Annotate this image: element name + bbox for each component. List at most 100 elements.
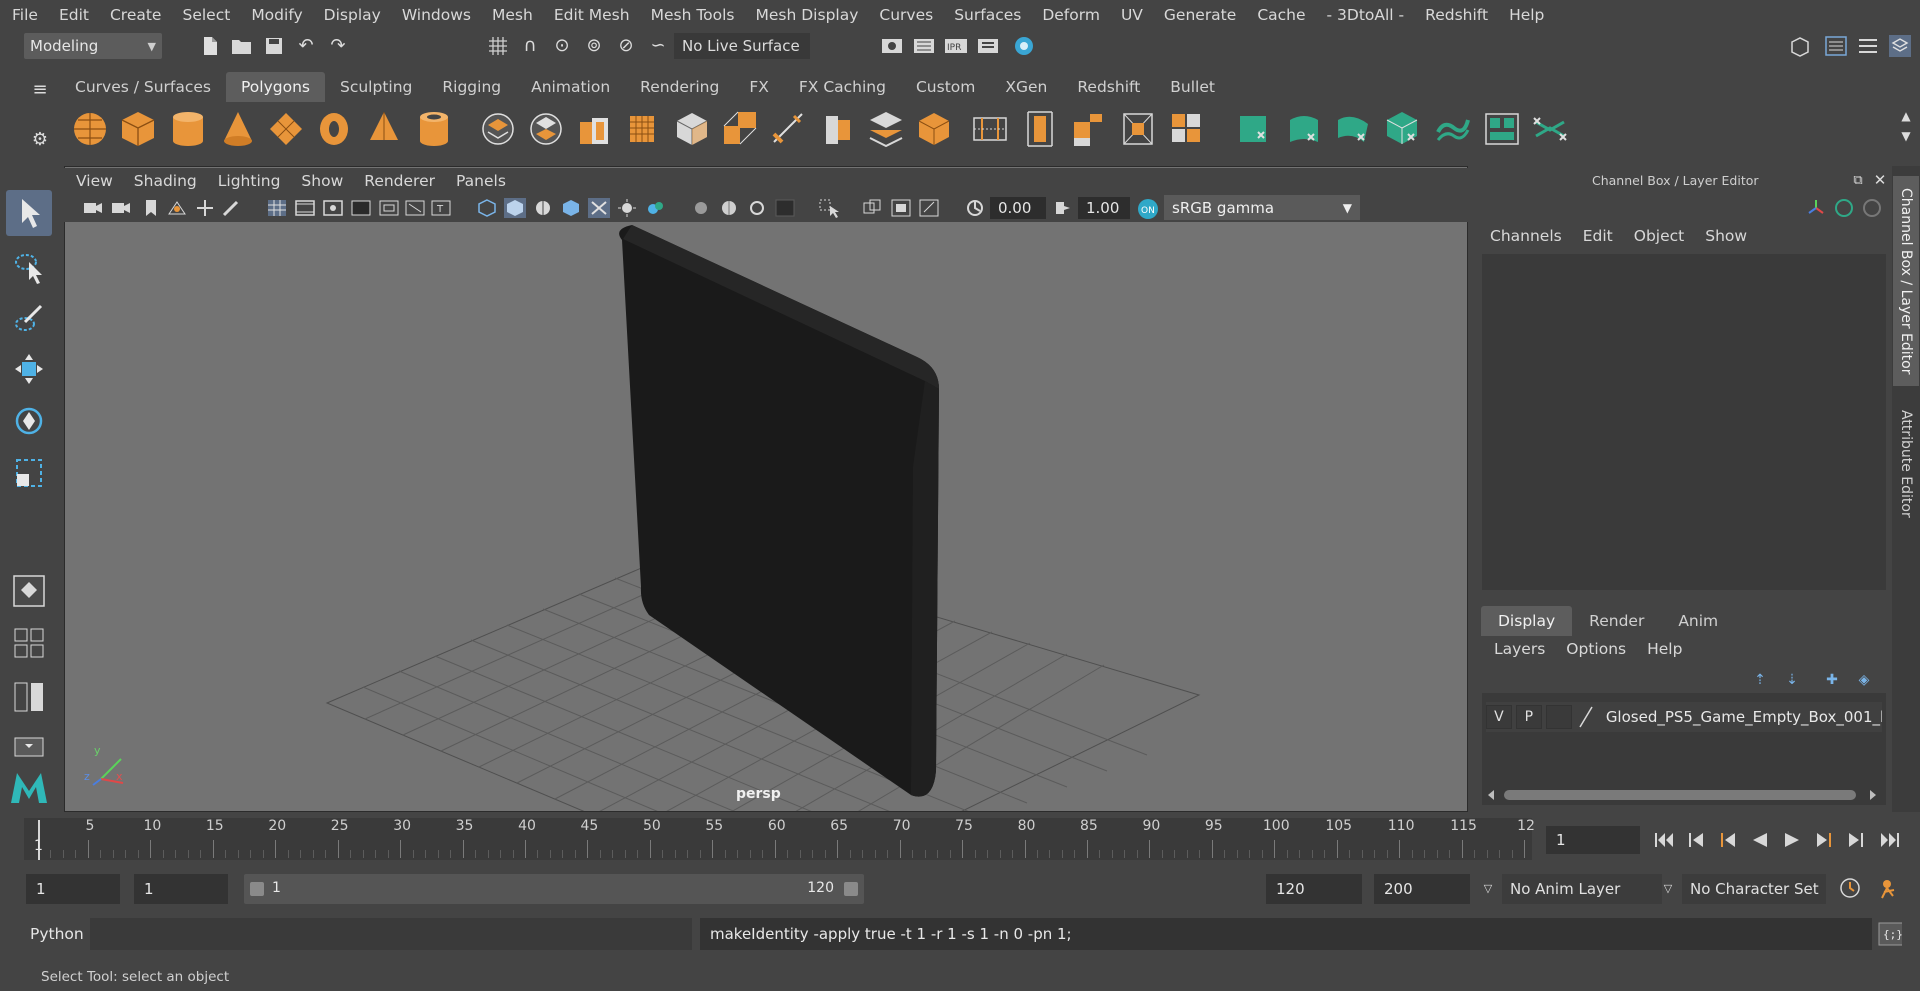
uv-layout-icon[interactable] <box>1482 108 1522 150</box>
uv-snapshot-icon[interactable] <box>1530 108 1570 150</box>
combine-icon[interactable] <box>478 108 518 150</box>
menu-mesh-display[interactable]: Mesh Display <box>756 6 859 24</box>
shelf-tab-polygons[interactable]: Polygons <box>226 72 325 102</box>
character-set-chevron-down-icon[interactable]: ▽ <box>1656 876 1680 900</box>
shelf-tab-bullet[interactable]: Bullet <box>1155 72 1230 102</box>
view-transform-dropdown[interactable]: sRGB gamma ▼ <box>1164 195 1360 220</box>
viewport-menu-lighting[interactable]: Lighting <box>218 172 281 190</box>
smooth-shade-icon[interactable] <box>504 198 526 218</box>
edge-loop-icon[interactable] <box>914 108 954 150</box>
playback-start-field[interactable]: 1 <box>134 874 228 904</box>
shelf-scroll-down-icon[interactable]: ▼ <box>1894 124 1918 148</box>
step-back-frame-icon[interactable] <box>1684 828 1708 852</box>
render-current-frame-icon[interactable] <box>912 34 936 58</box>
snap-to-point-icon[interactable]: ⊙ <box>550 34 574 58</box>
use-all-lights-icon[interactable] <box>588 198 610 218</box>
tool-settings-toggle-icon[interactable] <box>1856 34 1880 58</box>
attribute-editor-toggle-icon[interactable] <box>1824 34 1848 58</box>
exposure-field[interactable]: 0.00 <box>990 197 1046 219</box>
poly-cube-icon[interactable] <box>118 108 158 150</box>
hypershade-icon[interactable] <box>1012 34 1036 58</box>
side-by-side-layout-icon[interactable] <box>6 674 52 720</box>
poly-sphere-icon[interactable] <box>70 108 110 150</box>
snap-to-view-plane-icon[interactable]: ⊚ <box>582 34 606 58</box>
viewport-menu-view[interactable]: View <box>76 172 113 190</box>
menu-uv[interactable]: UV <box>1121 6 1143 24</box>
uv-editor-icon[interactable] <box>1236 108 1276 150</box>
layer-row[interactable]: V P Glosed_PS5_Game_Empty_Box_001_la <box>1486 702 1882 732</box>
poly-cylinder-icon[interactable] <box>168 108 208 150</box>
open-scene-icon[interactable] <box>230 34 254 58</box>
uv-unfold-icon[interactable] <box>1432 108 1472 150</box>
side-tab-channel-box[interactable]: Channel Box / Layer Editor <box>1893 176 1919 386</box>
shelf-settings-gear-icon[interactable]: ⚙ <box>28 128 52 152</box>
reduce-icon[interactable] <box>1068 108 1108 150</box>
shadows-icon[interactable] <box>616 198 638 218</box>
go-to-end-icon[interactable] <box>1878 828 1902 852</box>
poly-cone-icon[interactable] <box>218 108 258 150</box>
rotate-tool-icon[interactable] <box>6 398 52 444</box>
target-weld-icon[interactable] <box>866 108 906 150</box>
command-input-field[interactable] <box>90 918 692 950</box>
make-live-icon[interactable]: ∽ <box>646 34 670 58</box>
ipr-render-icon[interactable]: IPR <box>944 34 968 58</box>
move-layer-down-icon[interactable]: ⇣ <box>1780 668 1804 692</box>
xray-components-icon[interactable] <box>890 198 912 218</box>
multisample-aa-icon[interactable] <box>718 198 740 218</box>
channel-box-toggle-icon[interactable] <box>1888 34 1912 58</box>
step-forward-frame-icon[interactable] <box>1844 828 1868 852</box>
layer-horizontal-scrollbar[interactable] <box>1486 788 1878 802</box>
triangulate-icon[interactable] <box>1166 108 1206 150</box>
shelf-tab-fx-caching[interactable]: FX Caching <box>784 72 901 102</box>
anim-layer-dropdown[interactable]: No Anim Layer <box>1502 874 1662 904</box>
perspective-viewport[interactable] <box>64 166 1468 812</box>
xray-icon[interactable] <box>818 198 840 218</box>
poly-pyramid-icon[interactable] <box>364 108 404 150</box>
shelf-tab-animation[interactable]: Animation <box>516 72 625 102</box>
camera-attributes-icon[interactable] <box>110 198 132 218</box>
layer-tab-render[interactable]: Render <box>1572 606 1661 636</box>
range-slider-start-handle[interactable] <box>250 882 264 896</box>
animation-end-field[interactable]: 200 <box>1374 874 1470 904</box>
menu-edit[interactable]: Edit <box>59 6 89 24</box>
channel-box-attribute-area[interactable] <box>1482 254 1886 590</box>
mirror-icon[interactable] <box>970 108 1010 150</box>
menu-create[interactable]: Create <box>110 6 162 24</box>
poly-pipe-icon[interactable] <box>414 108 454 150</box>
viewport-menu-shading[interactable]: Shading <box>134 172 197 190</box>
layer-visibility-toggle[interactable]: V <box>1486 705 1512 729</box>
channel-box-menu-object[interactable]: Object <box>1634 227 1684 245</box>
play-forwards-icon[interactable] <box>1780 828 1804 852</box>
layer-name[interactable]: Glosed_PS5_Game_Empty_Box_001_la <box>1606 708 1882 726</box>
bookmark-icon[interactable] <box>140 198 162 218</box>
textured-icon[interactable] <box>560 198 582 218</box>
shelf-tab-xgen[interactable]: XGen <box>990 72 1062 102</box>
menu-redshift[interactable]: Redshift <box>1425 6 1488 24</box>
menu-mesh-tools[interactable]: Mesh Tools <box>651 6 735 24</box>
playback-end-field[interactable]: 120 <box>1266 874 1362 904</box>
resolution-gate-icon[interactable] <box>322 198 344 218</box>
snap-to-curve-icon[interactable]: ∩ <box>518 34 542 58</box>
menu-select[interactable]: Select <box>182 6 230 24</box>
move-tool-icon[interactable] <box>6 346 52 392</box>
channel-box-menu-show[interactable]: Show <box>1705 227 1747 245</box>
modeling-toolkit-icon[interactable] <box>1788 34 1812 58</box>
shelf-tab-redshift[interactable]: Redshift <box>1062 72 1155 102</box>
anim-layer-chevron-down-icon[interactable]: ▽ <box>1476 876 1500 900</box>
screen-space-ao-icon[interactable] <box>644 198 666 218</box>
exposure-icon[interactable] <box>964 198 986 218</box>
channel-box-menu-channels[interactable]: Channels <box>1490 227 1562 245</box>
menu-mesh[interactable]: Mesh <box>492 6 533 24</box>
render-settings-icon[interactable] <box>976 34 1000 58</box>
gamma-icon[interactable] <box>1052 198 1074 218</box>
shelf-tab-curves-surfaces[interactable]: Curves / Surfaces <box>60 72 226 102</box>
grease-pencil-icon[interactable] <box>220 198 242 218</box>
bevel-icon[interactable] <box>672 108 712 150</box>
poly-torus-icon[interactable] <box>314 108 354 150</box>
color-management-toggle-icon[interactable]: ON <box>1136 198 1158 219</box>
depth-of-field-icon[interactable] <box>746 198 768 218</box>
menu-set-dropdown[interactable]: Modeling ▼ <box>24 33 162 59</box>
shelf-menu-icon[interactable]: ≡ <box>28 78 52 102</box>
float-panel-icon[interactable]: ⧉ <box>1846 168 1870 192</box>
menu-edit-mesh[interactable]: Edit Mesh <box>554 6 630 24</box>
